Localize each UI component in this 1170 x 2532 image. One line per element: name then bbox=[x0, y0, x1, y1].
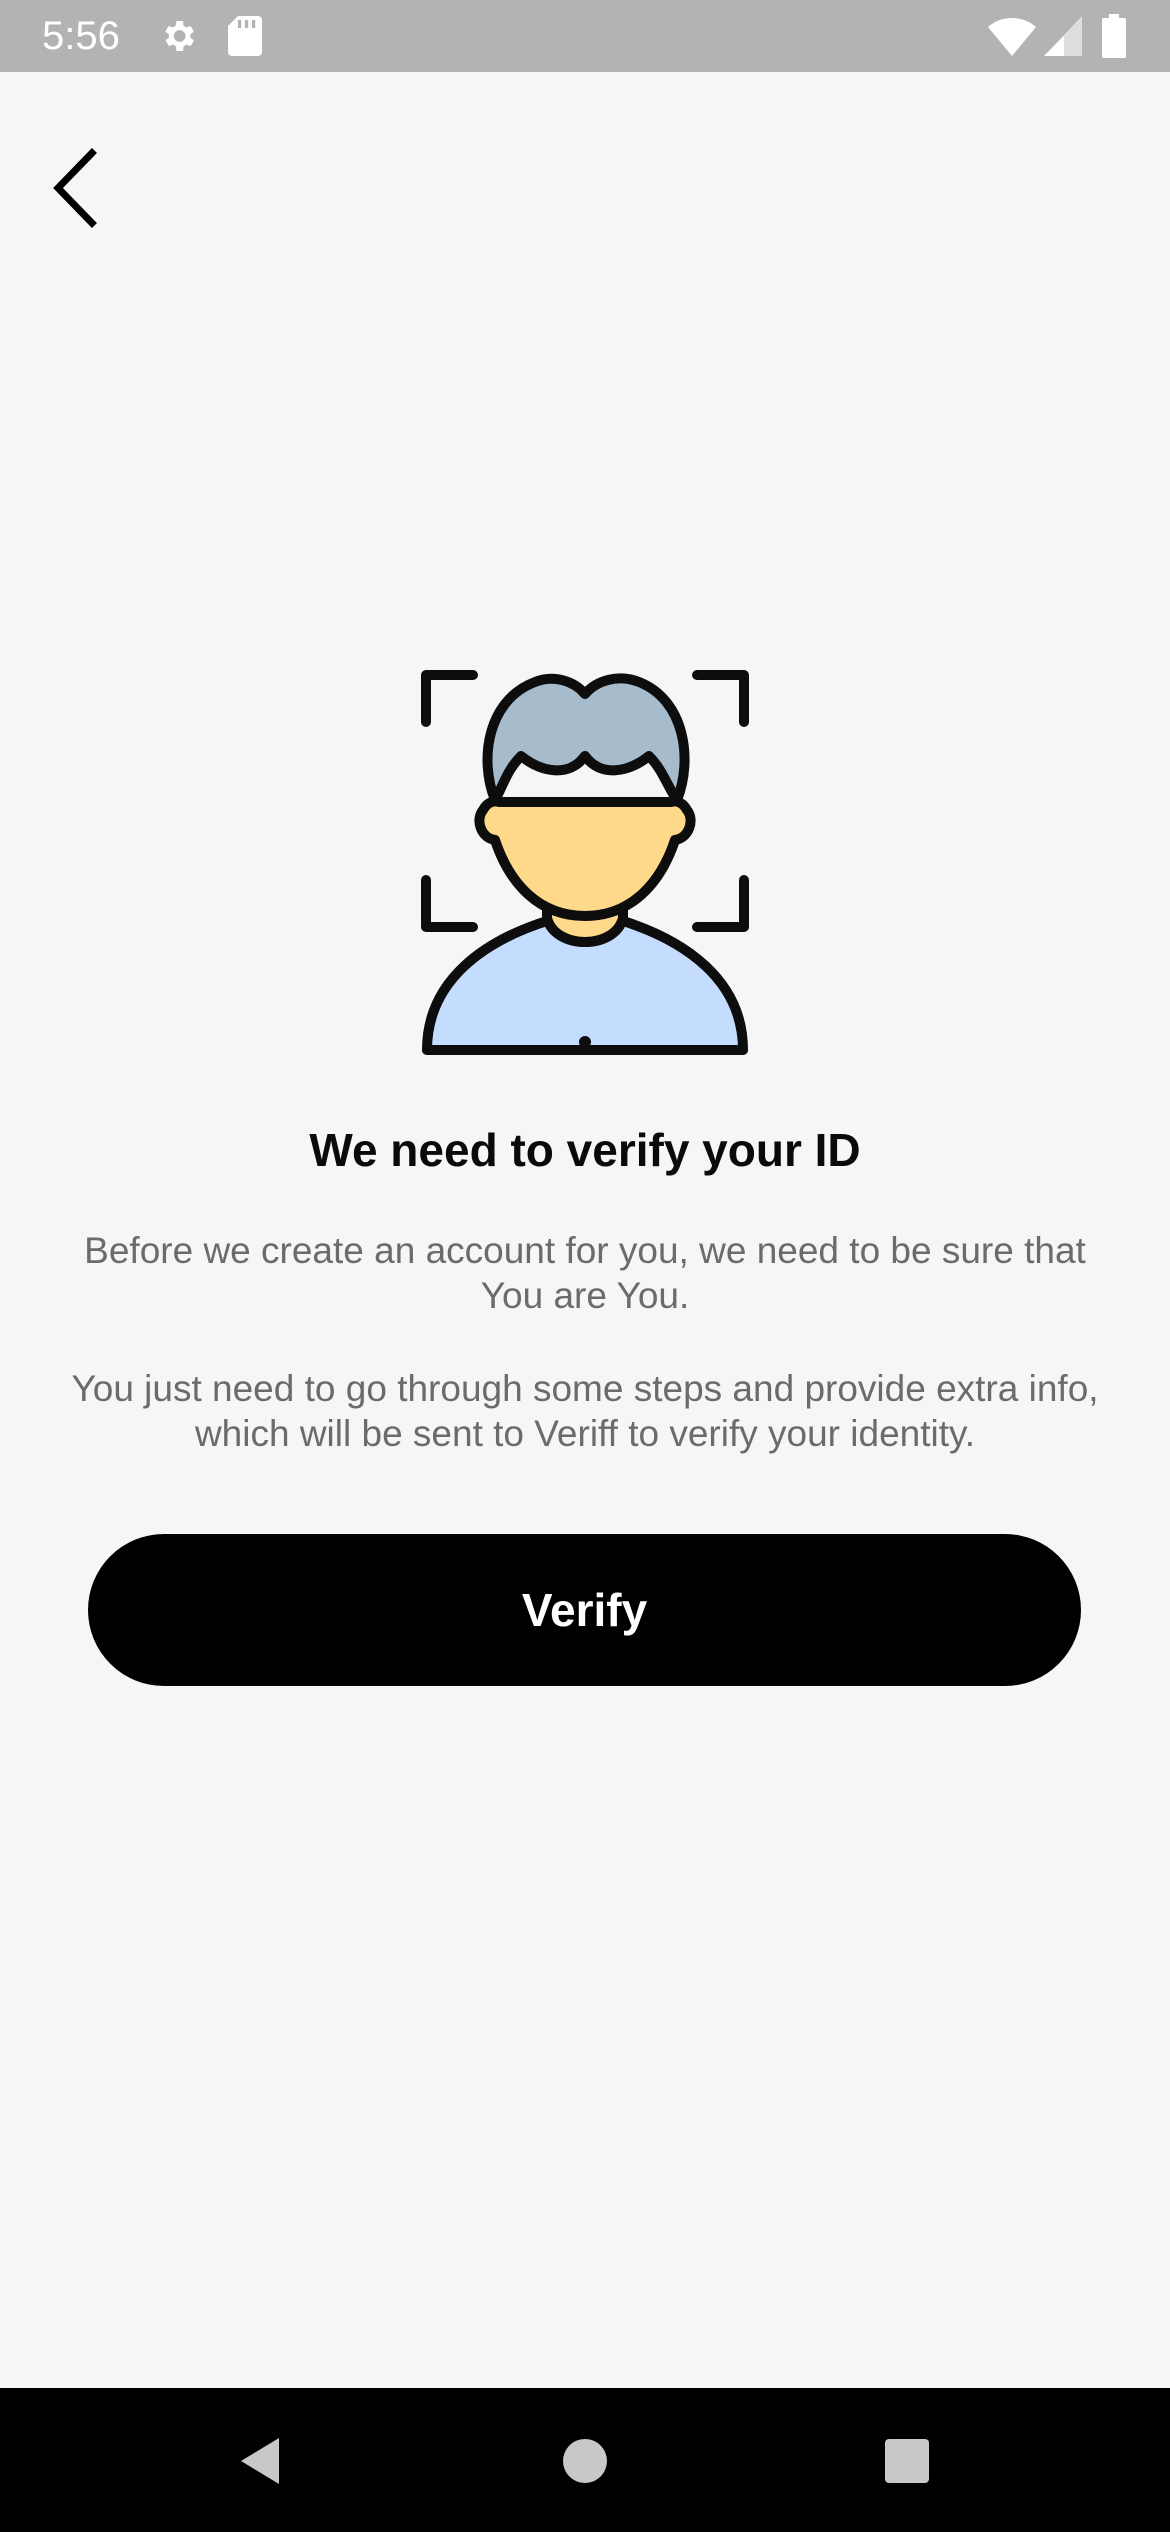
status-bar: 5:56 bbox=[0, 0, 1170, 72]
description-paragraph-1: Before we create an account for you, we … bbox=[84, 1230, 1086, 1316]
status-time: 5:56 bbox=[42, 14, 120, 58]
chevron-left-icon bbox=[40, 143, 100, 238]
nav-back-button[interactable] bbox=[215, 2418, 305, 2508]
cell-signal-icon bbox=[1044, 16, 1082, 61]
home-circle-icon bbox=[561, 2437, 609, 2490]
recents-square-icon bbox=[883, 2437, 931, 2490]
face-id-person-icon bbox=[421, 670, 749, 1055]
battery-icon bbox=[1102, 14, 1126, 63]
page-title: We need to verify your ID bbox=[309, 1124, 861, 1176]
description-paragraph-2: You just need to go through some steps a… bbox=[71, 1368, 1099, 1454]
sd-card-icon bbox=[228, 16, 262, 61]
nav-home-button[interactable] bbox=[540, 2418, 630, 2508]
face-id-illustration bbox=[415, 660, 755, 1060]
back-triangle-icon bbox=[235, 2434, 285, 2493]
back-button[interactable] bbox=[40, 130, 130, 250]
wifi-icon bbox=[988, 16, 1036, 61]
navigation-bar bbox=[0, 2388, 1170, 2532]
verify-button[interactable]: Verify bbox=[88, 1534, 1081, 1686]
nav-recents-button[interactable] bbox=[862, 2418, 952, 2508]
gear-icon bbox=[158, 16, 198, 61]
